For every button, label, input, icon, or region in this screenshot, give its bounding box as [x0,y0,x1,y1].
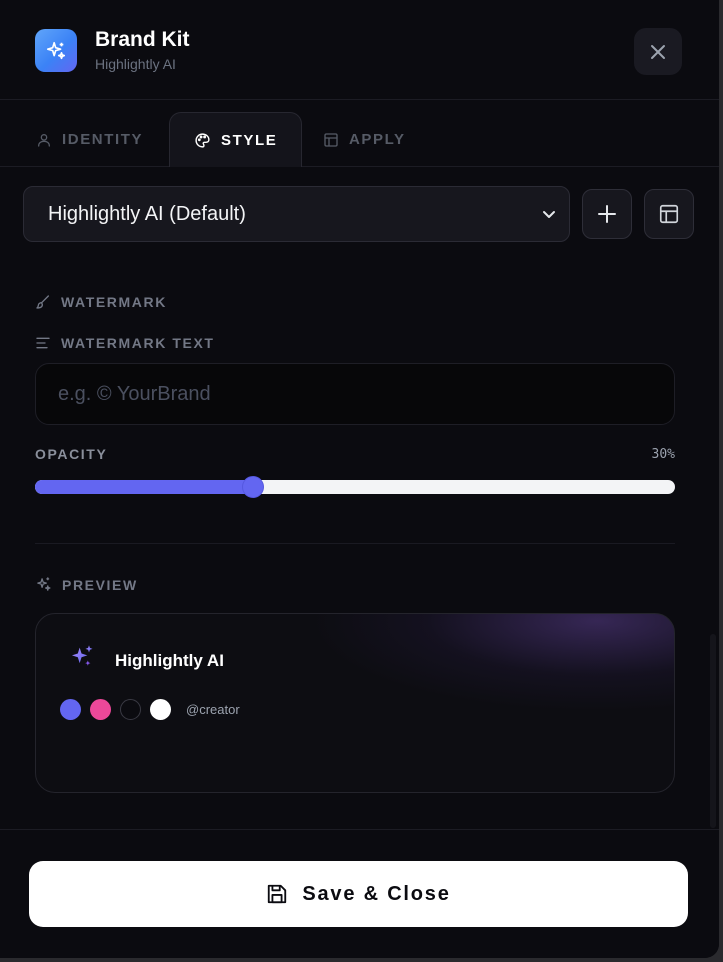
watermark-text-input[interactable] [35,363,675,425]
modal-subtitle: Highlightly AI [95,56,176,72]
save-icon [268,884,287,904]
scrollbar[interactable] [710,634,716,828]
preview-handle: @creator [186,702,240,717]
tab-label: IDENTITY [62,131,144,148]
layout-icon [659,204,679,224]
section-divider [35,543,675,544]
modal-footer: Save & Close [0,829,719,958]
color-swatch-dark [120,699,141,720]
chevron-down-icon [543,211,555,218]
brand-preview-card: Highlightly AI @creator [35,613,675,793]
save-close-button[interactable]: Save & Close [29,861,688,927]
preview-brand-name: Highlightly AI [115,651,224,670]
watermark-text-label: WATERMARK TEXT [35,335,215,351]
color-swatch-secondary [90,699,111,720]
tab-style[interactable]: STYLE [169,112,303,167]
close-button[interactable] [634,28,682,75]
preview-section-label: PREVIEW [35,576,138,593]
add-preset-button[interactable] [582,189,632,239]
template-button[interactable] [644,189,694,239]
tab-label: APPLY [349,131,406,148]
text-align-icon [36,337,50,349]
tab-apply[interactable]: APPLY [323,112,406,167]
opacity-slider-fill [35,480,253,494]
tab-label: STYLE [221,131,278,149]
color-swatch-primary [60,699,81,720]
tab-identity[interactable]: IDENTITY [36,112,143,167]
palette-icon [195,132,210,148]
sparkles-icon [35,29,77,72]
sparkles-icon [37,577,51,591]
modal-header: Brand Kit Highlightly AI [0,0,719,100]
tab-bar: IDENTITY STYLE APPLY [0,100,719,167]
preset-selected-value: Highlightly AI (Default) [48,202,246,225]
close-icon [651,44,665,59]
brush-icon [36,295,49,309]
watermark-section-label: WATERMARK [35,294,167,310]
save-close-label: Save & Close [302,882,451,905]
user-icon [38,133,50,147]
modal-title: Brand Kit [95,28,190,51]
opacity-slider[interactable] [35,476,675,498]
opacity-label: OPACITY [35,446,108,462]
opacity-slider-thumb[interactable] [241,476,264,498]
sparkles-icon [71,645,93,666]
preset-select[interactable]: Highlightly AI (Default) [23,186,570,242]
color-swatch-light [150,699,171,720]
layout-icon [324,132,338,147]
plus-icon [598,205,616,223]
brand-kit-modal: Brand Kit Highlightly AI IDENTITY STYLE [0,0,719,958]
opacity-value: 30% [651,447,675,462]
